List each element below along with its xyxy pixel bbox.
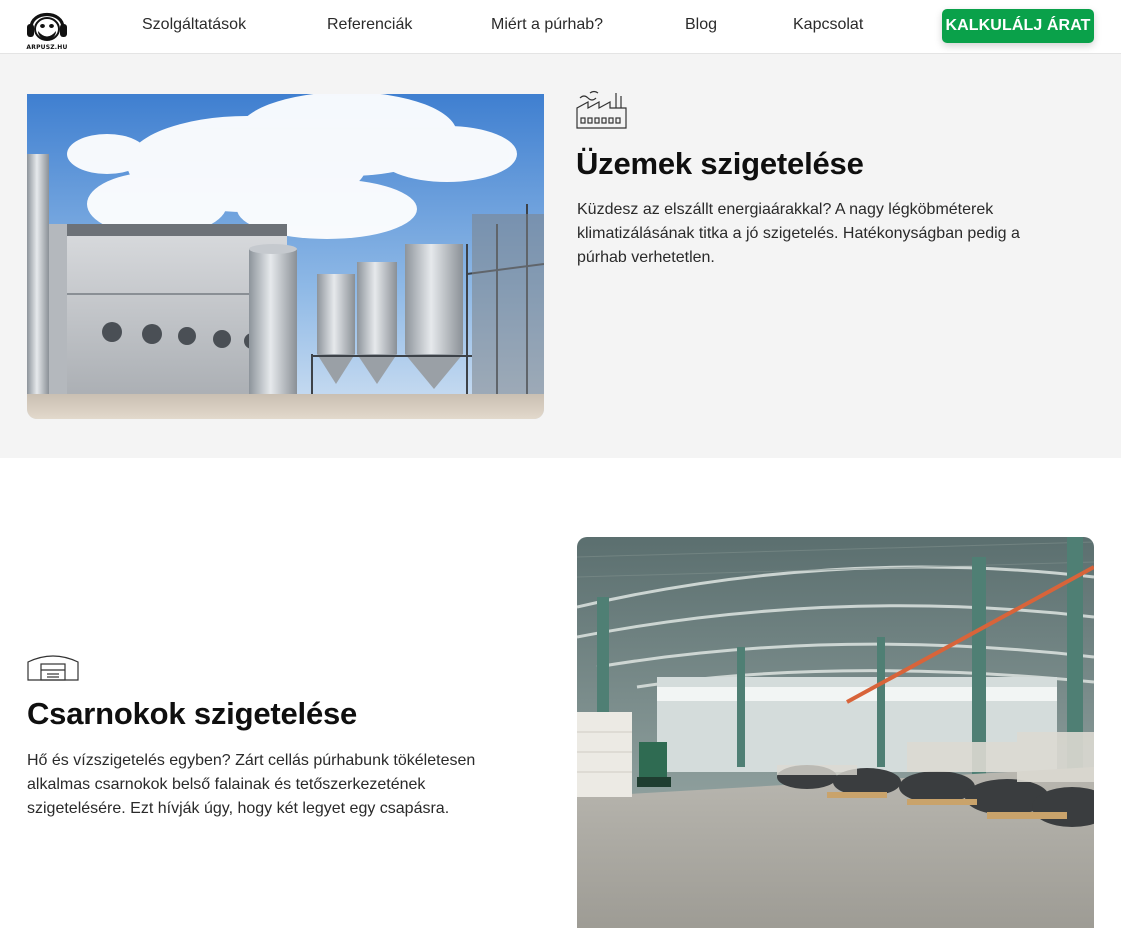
calculate-price-button[interactable]: KALKULÁLJ ÁRAT	[942, 9, 1094, 43]
warehouse-photo	[577, 537, 1094, 928]
factory-section-title: Üzemek szigetelése	[576, 146, 864, 181]
hall-insulation-section: Csarnokok szigetelése Hő és vízszigetelé…	[0, 458, 1121, 928]
nav-link-blog[interactable]: Blog	[685, 16, 717, 34]
factory-icon	[576, 90, 628, 130]
warehouse-icon	[27, 652, 79, 682]
nav-link-referenciak[interactable]: Referenciák	[327, 16, 412, 34]
headphones-mascot-icon	[27, 13, 67, 41]
brand-logo[interactable]: ARPUSZ.HU	[24, 2, 70, 52]
factory-insulation-section: Üzemek szigetelése Küzdesz az elszállt e…	[0, 54, 1121, 458]
hall-section-text: Hő és vízszigetelés egyben? Zárt cellás …	[27, 752, 476, 817]
nav-link-szolgaltatasok[interactable]: Szolgáltatások	[142, 16, 246, 34]
logo-text: ARPUSZ.HU	[26, 44, 68, 51]
factory-photo	[27, 94, 544, 419]
hall-section-title: Csarnokok szigetelése	[27, 696, 358, 731]
nav-link-kapcsolat[interactable]: Kapcsolat	[793, 16, 863, 34]
factory-section-text: Küzdesz az elszállt energiaárakkal? A na…	[577, 201, 1020, 266]
nav-link-miert-a-purhab[interactable]: Miért a púrhab?	[491, 16, 603, 34]
top-navigation: ARPUSZ.HU Szolgáltatások Referenciák Mié…	[0, 0, 1121, 54]
